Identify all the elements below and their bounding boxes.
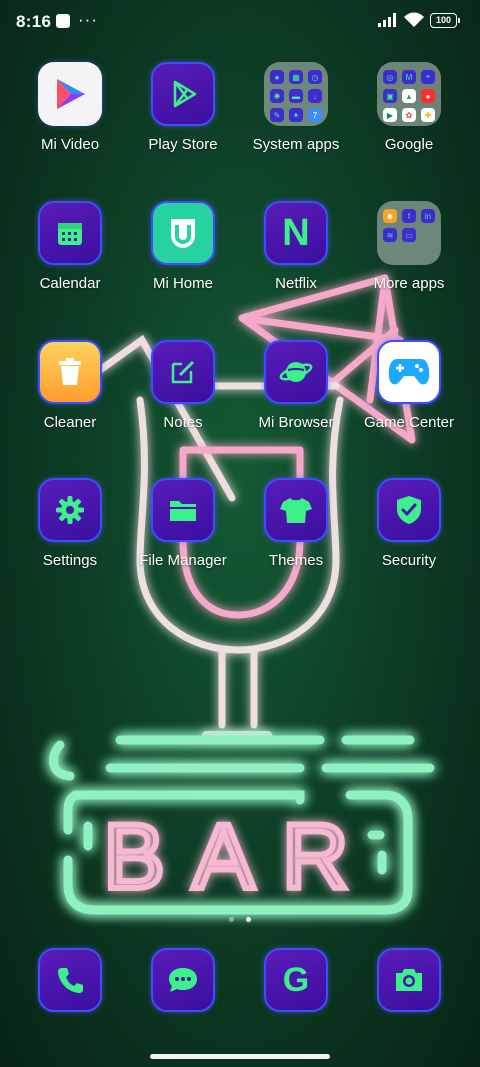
chrome-icon: ◎ xyxy=(383,70,397,84)
app-label: Mi Browser xyxy=(258,414,334,431)
linkedin-icon: in xyxy=(421,209,435,223)
folder-icon xyxy=(151,478,215,542)
gmail-icon: M xyxy=(402,70,416,84)
phone-icon xyxy=(38,948,102,1012)
dock-google[interactable]: G xyxy=(240,948,352,1018)
dock-messages[interactable] xyxy=(127,948,239,1018)
app-label: Mi Home xyxy=(152,275,213,292)
app-mi-home[interactable]: Mi Home xyxy=(127,201,239,311)
app-label: Game Center xyxy=(363,414,455,431)
netflix-icon: N xyxy=(264,201,328,265)
mi-video-icon xyxy=(38,62,102,126)
youtube-music-icon: ● xyxy=(421,89,435,103)
notification-square-icon xyxy=(56,14,70,28)
mi-home-icon xyxy=(151,201,215,265)
contacts-icon: ● xyxy=(270,70,284,84)
app-label: Themes xyxy=(268,552,324,569)
gear-icon xyxy=(38,478,102,542)
app-label: Calendar xyxy=(39,275,101,292)
status-time: 8:16 xyxy=(16,12,52,31)
folder-icon: ● ▦ ◷ ✺ ▬ ↓ ✎ ✦ 7 xyxy=(264,62,328,126)
game-app-icon: ☻ xyxy=(383,209,397,223)
recorder-icon: ✺ xyxy=(270,89,284,103)
maps-icon: ⌖ xyxy=(421,70,435,84)
facebook-icon: f xyxy=(402,209,416,223)
browser-icon xyxy=(264,340,328,404)
page-dot-active[interactable] xyxy=(246,917,252,922)
app-label: Google xyxy=(384,136,434,153)
app-file-manager[interactable]: File Manager xyxy=(127,478,239,588)
meet-icon: ▶ xyxy=(383,108,397,122)
chat-icon xyxy=(151,948,215,1012)
app-label: Mi Video xyxy=(40,136,100,153)
netflix-letter: N xyxy=(282,211,310,254)
wallet-icon: ▭ xyxy=(402,228,416,242)
battery-level: 100 xyxy=(435,15,452,25)
page-dot[interactable] xyxy=(228,917,234,922)
gesture-handle[interactable] xyxy=(150,1054,330,1059)
compass-icon: ✦ xyxy=(289,108,303,122)
camera-icon xyxy=(377,948,441,1012)
notes-icon xyxy=(151,340,215,404)
dock-phone[interactable] xyxy=(14,948,126,1018)
app-cleaner[interactable]: Cleaner xyxy=(14,340,126,450)
app-netflix[interactable]: N Netflix xyxy=(240,201,352,311)
app-themes[interactable]: Themes xyxy=(240,478,352,588)
app-label: Settings xyxy=(42,552,98,569)
photos-icon: ✿ xyxy=(402,108,416,122)
app-mi-video[interactable]: Mi Video xyxy=(14,62,126,172)
app-mi-browser[interactable]: Mi Browser xyxy=(240,340,352,450)
weather-icon: 7 xyxy=(308,108,322,122)
app-label: Netflix xyxy=(275,275,317,292)
shield-icon xyxy=(377,478,441,542)
app-label: Cleaner xyxy=(43,414,97,431)
signal-icon xyxy=(378,13,396,27)
app-game-center[interactable]: Game Center xyxy=(353,340,465,450)
neon-bar-text: BAR xyxy=(103,806,376,908)
folder-google[interactable]: ◎ M ⌖ ▣ ▲ ● ▶ ✿ ✚ Google xyxy=(353,62,465,172)
app-security[interactable]: Security xyxy=(353,478,465,588)
feedback-icon: ✎ xyxy=(270,108,284,122)
calculator-icon: ▦ xyxy=(289,70,303,84)
google-icon: G xyxy=(264,948,328,1012)
drive-icon: ▲ xyxy=(402,89,416,103)
app-label: File Manager xyxy=(139,552,227,569)
status-bar: 8:16 ··· 100 xyxy=(0,0,480,44)
wifi-icon xyxy=(404,12,424,27)
gamepad-icon xyxy=(377,340,441,404)
downloads-icon: ↓ xyxy=(308,89,322,103)
app-notes[interactable]: Notes xyxy=(127,340,239,450)
app-label: More apps xyxy=(373,275,445,292)
clock-icon: ◷ xyxy=(308,70,322,84)
app-label: Play Store xyxy=(148,136,218,153)
app-label: Notes xyxy=(163,414,203,431)
spotify-icon: ≋ xyxy=(383,228,397,242)
google-tv-icon: ✚ xyxy=(421,108,435,122)
more-notifications-icon: ··· xyxy=(78,10,98,29)
app-label: Security xyxy=(381,552,437,569)
app-label: System apps xyxy=(252,136,340,153)
cleaner-icon xyxy=(38,340,102,404)
app-calendar[interactable]: Calendar xyxy=(14,201,126,311)
play-store-icon xyxy=(151,62,215,126)
app-settings[interactable]: Settings xyxy=(14,478,126,588)
google-letter: G xyxy=(282,960,310,999)
battery-icon: 100 xyxy=(430,13,460,28)
tshirt-icon xyxy=(264,478,328,542)
folder-icon: ☻ f in ≋ ▭ xyxy=(377,201,441,265)
page-indicator[interactable] xyxy=(0,909,480,927)
folder-icon: ◎ M ⌖ ▣ ▲ ● ▶ ✿ ✚ xyxy=(377,62,441,126)
duo-icon: ▣ xyxy=(383,89,397,103)
dock-camera[interactable] xyxy=(353,948,465,1018)
folder-more-apps[interactable]: ☻ f in ≋ ▭ More apps xyxy=(353,201,465,311)
app-play-store[interactable]: Play Store xyxy=(127,62,239,172)
screen-recorder-icon: ▬ xyxy=(289,89,303,103)
folder-system-apps[interactable]: ● ▦ ◷ ✺ ▬ ↓ ✎ ✦ 7 System apps xyxy=(240,62,352,172)
calendar-icon xyxy=(38,201,102,265)
